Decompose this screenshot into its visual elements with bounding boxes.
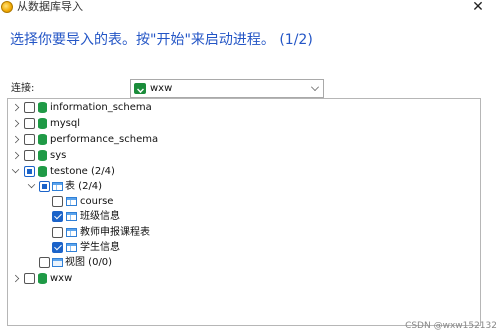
tree-item-performance-schema[interactable]: performance_schema bbox=[8, 133, 480, 148]
tree-item-label: 视图 (0/0) bbox=[65, 257, 113, 268]
checkbox[interactable] bbox=[24, 118, 35, 129]
checkbox[interactable] bbox=[24, 273, 35, 284]
watermark: CSDN @wxw152132 bbox=[405, 321, 497, 331]
tree-item-label: testone (2/4) bbox=[50, 166, 115, 177]
connection-value: wxw bbox=[150, 83, 173, 94]
chevron-right-icon[interactable] bbox=[11, 151, 20, 160]
connection-label: 连接: bbox=[11, 83, 35, 94]
tree-item-label: mysql bbox=[50, 118, 80, 129]
tree-item-label: information_schema bbox=[50, 102, 152, 113]
tree-item-table-course[interactable]: course bbox=[8, 195, 480, 210]
chevron-right-icon[interactable] bbox=[11, 135, 20, 144]
tree-item-table-teacher-course[interactable]: 教师申报课程表 bbox=[8, 226, 480, 241]
tree-item-label: 教师申报课程表 bbox=[80, 227, 150, 238]
connection-icon bbox=[134, 83, 146, 94]
database-icon bbox=[38, 273, 47, 284]
close-button[interactable]: ✕ bbox=[470, 0, 486, 16]
tree-item-mysql[interactable]: mysql bbox=[8, 117, 480, 132]
chevron-down-icon[interactable] bbox=[27, 180, 36, 189]
tree-item-label: sys bbox=[50, 150, 67, 161]
table-icon bbox=[66, 212, 77, 221]
tree-item-table-class-info[interactable]: 班级信息 bbox=[8, 210, 480, 225]
table-icon bbox=[52, 182, 63, 191]
tree-item-label: wxw bbox=[50, 273, 73, 284]
tree-item-wxw[interactable]: wxw bbox=[8, 272, 480, 287]
checkbox[interactable] bbox=[39, 257, 50, 268]
checkbox[interactable] bbox=[52, 211, 63, 222]
view-icon bbox=[52, 258, 63, 267]
table-icon bbox=[66, 197, 77, 206]
tree-item-label: course bbox=[80, 196, 114, 207]
database-icon bbox=[38, 118, 47, 129]
checkbox[interactable] bbox=[52, 227, 63, 238]
tree-item-table-student-info[interactable]: 学生信息 bbox=[8, 241, 480, 256]
checkbox[interactable] bbox=[52, 196, 63, 207]
tree-item-testone[interactable]: testone (2/4) bbox=[8, 165, 480, 180]
tree-item-views-group[interactable]: 视图 (0/0) bbox=[8, 256, 480, 271]
checkbox[interactable] bbox=[24, 102, 35, 113]
title-bar: 从数据库导入 ✕ bbox=[0, 0, 500, 18]
window-title: 从数据库导入 bbox=[17, 0, 83, 13]
checkbox[interactable] bbox=[52, 242, 63, 253]
database-icon bbox=[38, 134, 47, 145]
checkbox[interactable] bbox=[24, 134, 35, 145]
app-icon bbox=[1, 1, 13, 13]
chevron-right-icon[interactable] bbox=[11, 274, 20, 283]
tree-item-label: 学生信息 bbox=[80, 242, 120, 253]
table-icon bbox=[66, 243, 77, 252]
database-icon bbox=[38, 150, 47, 161]
tree-item-label: 班级信息 bbox=[80, 211, 120, 222]
page-heading: 选择你要导入的表。按"开始"来启动进程。 (1/2) bbox=[10, 32, 313, 48]
tree-item-label: 表 (2/4) bbox=[65, 181, 103, 192]
chevron-right-icon[interactable] bbox=[11, 119, 20, 128]
chevron-down-icon[interactable] bbox=[11, 165, 20, 174]
chevron-right-icon[interactable] bbox=[11, 103, 20, 112]
tree-item-information-schema[interactable]: information_schema bbox=[8, 101, 480, 116]
chevron-down-icon bbox=[311, 83, 319, 91]
tree-item-sys[interactable]: sys bbox=[8, 149, 480, 164]
database-tree[interactable]: information_schema mysql performance_sch… bbox=[7, 98, 481, 326]
tree-item-label: performance_schema bbox=[50, 134, 159, 145]
database-icon bbox=[38, 102, 47, 113]
table-icon bbox=[66, 228, 77, 237]
checkbox[interactable] bbox=[24, 150, 35, 161]
connection-select[interactable]: wxw bbox=[130, 79, 324, 98]
database-icon bbox=[38, 166, 47, 177]
checkbox[interactable] bbox=[39, 181, 50, 192]
tree-item-tables-group[interactable]: 表 (2/4) bbox=[8, 180, 480, 195]
checkbox[interactable] bbox=[24, 166, 35, 177]
